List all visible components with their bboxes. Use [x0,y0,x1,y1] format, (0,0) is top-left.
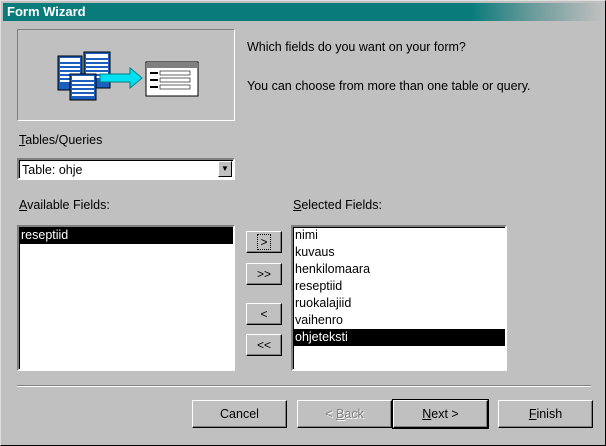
add-field-label: > [257,234,271,250]
button-separator [17,385,591,387]
next-label: ext > [431,407,459,421]
label-text: vailable Fields: [27,198,110,212]
list-item[interactable]: henkilomaara [293,261,505,278]
label-text: elected Fields: [301,198,382,212]
list-item[interactable]: reseptiid [293,278,505,295]
available-fields-list[interactable]: reseptiid [17,225,235,371]
remove-field-button[interactable]: < [246,303,282,325]
back-label: ack [344,407,364,421]
label-text: ables/Queries [25,133,103,147]
next-accesskey: N [422,407,432,421]
list-item[interactable]: nimi [293,227,505,244]
tables-queries-label: Tables/Queries [19,133,102,147]
tables-queries-combobox[interactable]: Table: ohje ▼ [17,158,235,180]
combo-selected-value: Table: ohje [22,163,83,177]
form-wizard-window: Form Wizard Which fields do you want on … [0,0,606,446]
add-field-button[interactable]: > [246,231,282,253]
wizard-illustration [17,29,235,121]
remove-all-fields-button[interactable]: << [246,334,282,356]
wizard-question: Which fields do you want on your form? [247,40,466,54]
label-accesskey: A [19,198,28,212]
window-title: Form Wizard [7,4,86,19]
finish-button[interactable]: Finish [498,400,593,428]
list-item[interactable]: reseptiid [19,227,233,244]
title-bar: Form Wizard [3,3,603,21]
back-button[interactable]: < Back [297,400,392,428]
selected-fields-list[interactable]: nimi kuvaus henkilomaara reseptiid ruokalaji… [291,225,507,371]
combo-dropdown-button[interactable]: ▼ [218,161,232,177]
list-item[interactable]: ohjeteksti [293,329,505,346]
back-prefix: < [325,407,336,421]
next-button[interactable]: Next > [392,399,489,429]
list-item[interactable]: kuvaus [293,244,505,261]
wizard-hint: You can choose from more than one table … [247,79,531,93]
list-item[interactable]: vaihenro [293,312,505,329]
add-all-fields-button[interactable]: >> [246,263,282,285]
tables-to-form-icon [57,51,199,101]
chevron-down-icon: ▼ [221,164,229,173]
selected-fields-label: Selected Fields: [293,198,382,212]
cancel-button[interactable]: Cancel [192,400,287,428]
available-fields-label: Available Fields: [19,198,110,212]
form-icon [145,61,199,97]
finish-label: inish [536,407,563,421]
list-item[interactable]: ruokalajiid [293,295,505,312]
